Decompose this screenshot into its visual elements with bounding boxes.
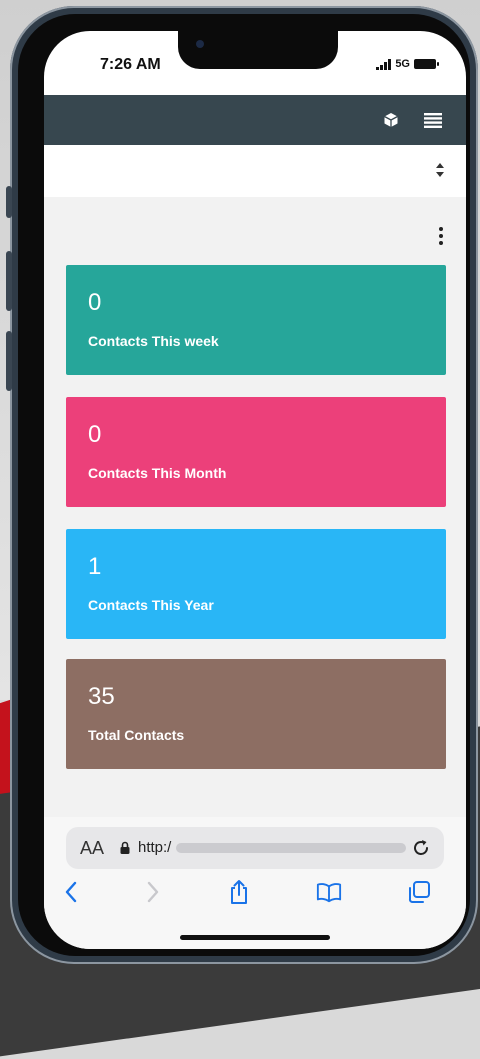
stat-value: 0 [88,289,102,316]
period-selector[interactable] [44,145,466,197]
signal-icon [376,58,392,70]
front-camera [196,40,204,48]
stat-value: 35 [88,683,115,710]
side-button-silent [6,186,12,218]
tabs-icon[interactable] [406,879,432,905]
stat-value: 0 [88,421,102,448]
side-button-volume-up [6,251,12,311]
app-toolbar [44,95,466,145]
dashboard-content: 0 Contacts This week 0 Contacts This Mon… [44,197,466,851]
stat-label: Total Contacts [88,727,185,743]
url-text: http:/ [138,839,172,856]
stat-card-week[interactable]: 0 Contacts This week [66,265,446,375]
bookmarks-icon[interactable] [316,879,342,905]
network-type: 5G [395,58,410,70]
side-button-volume-down [6,331,12,391]
forward-icon[interactable] [140,879,166,905]
stat-label: Contacts This week [88,333,219,349]
status-icons: 5G [376,58,439,70]
lock-icon [120,841,130,854]
more-options-icon[interactable] [438,227,444,245]
stat-card-month[interactable]: 0 Contacts This Month [66,397,446,507]
safari-browser-bar: AA http:/ [44,817,466,949]
phone-screen: 7:26 AM 5G 0 Contacts This week 0 Contac… [44,31,466,949]
menu-icon[interactable] [422,109,444,131]
redacted-url [176,843,406,853]
cube-icon[interactable] [380,109,402,131]
stat-label: Contacts This Year [88,597,214,613]
stat-label: Contacts This Month [88,465,227,481]
reload-icon[interactable] [410,837,432,859]
status-time: 7:26 AM [100,56,161,73]
text-size-button[interactable]: AA [80,838,104,859]
sort-updown-icon [436,163,444,177]
stat-card-total[interactable]: 35 Total Contacts [66,659,446,769]
stat-card-year[interactable]: 1 Contacts This Year [66,529,446,639]
address-bar[interactable]: AA http:/ [66,827,444,869]
battery-icon [414,59,439,69]
back-icon[interactable] [58,879,84,905]
stat-value: 1 [88,553,102,580]
notch [178,31,338,69]
home-indicator [180,935,330,940]
share-icon[interactable] [226,879,252,905]
